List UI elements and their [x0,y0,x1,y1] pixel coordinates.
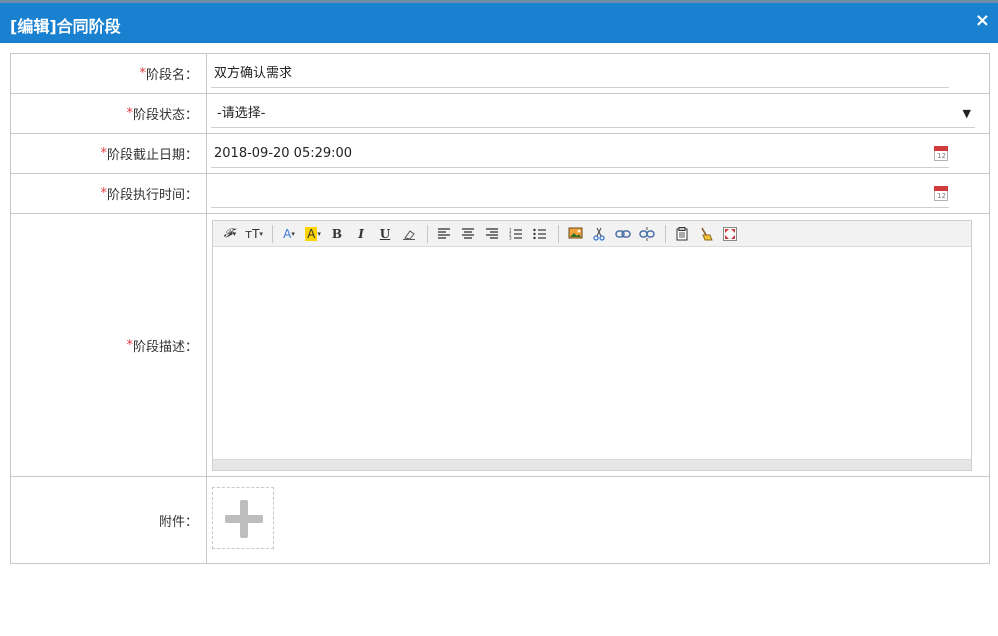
row-stage-name: * 阶段名： 双方确认需求 [11,54,989,94]
italic-button[interactable]: I [350,224,372,244]
bold-button[interactable]: B [326,224,348,244]
toolbar-separator [272,224,273,243]
flash-icon[interactable] [588,224,610,244]
paste-text-icon[interactable] [671,224,693,244]
underline-button[interactable]: U [374,224,396,244]
highlight-color-button[interactable]: A ▾ [302,224,324,244]
rich-text-editor: 𝓕 ▾ ᴛT ▾ A ▾ A ▾ B I U 1 2 3 [212,220,972,471]
font-color-button[interactable]: A ▾ [278,224,300,244]
font-family-button[interactable]: 𝓕 ▾ [219,224,241,244]
dialog-title-bar: [编辑]合同阶段 × [0,3,998,43]
row-stage-exec-time: * 阶段执行时间： 12 [11,174,989,214]
editor-toolbar: 𝓕 ▾ ᴛT ▾ A ▾ A ▾ B I U 1 2 3 [213,221,971,247]
stage-exec-time-input[interactable] [211,180,949,208]
add-attachment-button[interactable] [212,487,274,549]
row-stage-status: * 阶段状态： -请选择- ▼ [11,94,989,134]
row-stage-deadline: * 阶段截止日期： 2018-09-20 05:29:00 12 [11,134,989,174]
align-left-icon[interactable] [433,224,455,244]
align-right-icon[interactable] [481,224,503,244]
stage-description-label: * 阶段描述： [11,214,207,476]
align-center-icon[interactable] [457,224,479,244]
eraser-icon[interactable] [398,224,420,244]
toolbar-separator [427,224,428,243]
close-icon[interactable]: × [975,11,990,31]
fullscreen-icon[interactable] [719,224,741,244]
link-icon[interactable] [612,224,634,244]
stage-exec-time-label: * 阶段执行时间： [11,174,207,213]
stage-deadline-input[interactable]: 2018-09-20 05:29:00 [211,140,949,168]
clear-format-icon[interactable] [695,224,717,244]
calendar-icon[interactable]: 12 [934,186,948,201]
attachment-label: 附件： [11,477,207,563]
stage-name-input[interactable]: 双方确认需求 [211,60,949,88]
unordered-list-icon[interactable] [529,224,551,244]
stage-status-value: -请选择- [217,106,266,121]
stage-deadline-label: * 阶段截止日期： [11,134,207,173]
unlink-icon[interactable] [636,224,658,244]
row-stage-description: * 阶段描述： 𝓕 ▾ ᴛT ▾ A ▾ A ▾ B I U 1 2 3 [11,214,989,477]
chevron-down-icon[interactable]: ▼ [963,100,971,128]
stage-status-label: * 阶段状态： [11,94,207,133]
stage-form: * 阶段名： 双方确认需求 * 阶段状态： -请选择- ▼ * 阶段截止日期： 201… [10,53,990,564]
svg-text:3: 3 [509,235,512,240]
stage-status-select[interactable]: -请选择- ▼ [211,100,975,128]
insert-image-icon[interactable] [564,224,586,244]
dialog-title: [编辑]合同阶段 [10,17,121,36]
row-attachment: 附件： [11,477,989,563]
editor-resize-bar[interactable] [213,459,971,470]
calendar-icon[interactable]: 12 [934,146,948,161]
toolbar-separator [558,224,559,243]
editor-content-area[interactable] [213,247,971,459]
ordered-list-icon[interactable]: 123 [505,224,527,244]
toolbar-separator [665,224,666,243]
stage-name-label: * 阶段名： [11,54,207,93]
font-size-button[interactable]: ᴛT ▾ [243,224,265,244]
